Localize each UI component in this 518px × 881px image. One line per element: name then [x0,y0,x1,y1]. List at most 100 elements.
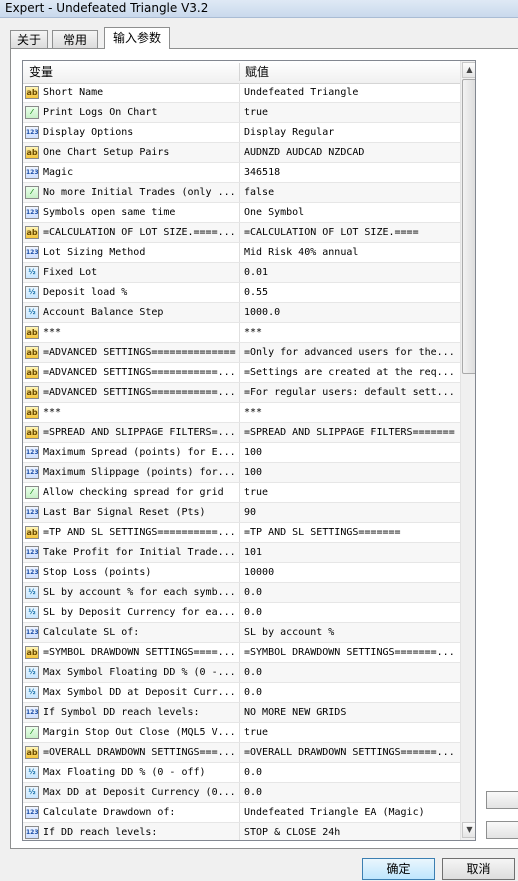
parameter-value[interactable]: 0.0 [244,763,458,782]
table-row[interactable]: ab *** *** [23,403,460,423]
table-row[interactable]: ½ Max Symbol DD at Deposit Curr... 0.0 [23,683,460,703]
table-row[interactable]: 123 Magic 346518 [23,163,460,183]
column-header-variable[interactable]: 变量 [29,61,53,83]
table-row[interactable]: ab =ADVANCED SETTINGS===========... =Setti… [23,363,460,383]
table-row[interactable]: ½ SL by account % for each symb... 0.0 [23,583,460,603]
table-row[interactable]: ab =SYMBOL DRAWDOWN SETTINGS====... =SYMBO… [23,643,460,663]
side-button-upper[interactable] [486,791,518,809]
side-button-lower[interactable] [486,821,518,839]
table-row[interactable]: ab =OVERALL DRAWDOWN SETTINGS===... =OVERA… [23,743,460,763]
table-row[interactable]: 123 Display Options Display Regular [23,123,460,143]
parameter-value[interactable]: true [244,483,458,502]
parameter-value[interactable]: =SYMBOL DRAWDOWN SETTINGS=======... [244,643,458,662]
table-row[interactable]: ⁄ No more Initial Trades (only ... false [23,183,460,203]
column-divider[interactable] [239,63,240,81]
parameter-value[interactable]: Undefeated Triangle [244,83,458,102]
parameter-value[interactable]: 0.0 [244,783,458,802]
parameter-value[interactable]: One Symbol [244,203,458,222]
table-row[interactable]: ⁄ Allow checking spread for grid true [23,483,460,503]
table-row[interactable]: ½ Account Balance Step 1000.0 [23,303,460,323]
table-row[interactable]: 123 If DD reach levels: STOP & CLOSE 24h [23,823,460,840]
table-row[interactable]: 123 Maximum Slippage (points) for... 100 [23,463,460,483]
table-row[interactable]: 123 Maximum Spread (points) for E... 100 [23,443,460,463]
parameter-value[interactable]: NO MORE NEW GRIDS [244,703,458,722]
parameter-value[interactable]: =TP AND SL SETTINGS======= [244,523,458,542]
tab-about[interactable]: 关于 [10,30,48,48]
table-row[interactable]: 123 Calculate Drawdown of: Undefeated Tria… [23,803,460,823]
parameter-value[interactable]: 100 [244,443,458,462]
parameter-value[interactable]: *** [244,403,458,422]
parameter-value[interactable]: =CALCULATION OF LOT SIZE.==== [244,223,458,242]
table-row[interactable]: 123 Take Profit for Initial Trade... 101 [23,543,460,563]
parameter-value[interactable]: 0.01 [244,263,458,282]
vertical-scrollbar[interactable]: ▲ ▼ [460,61,475,840]
ok-button[interactable]: 确定 [362,858,435,880]
table-row[interactable]: ½ Max DD at Deposit Currency (0... 0.0 [23,783,460,803]
parameter-value[interactable]: 0.0 [244,583,458,602]
parameter-value[interactable]: false [244,183,458,202]
table-row[interactable]: ⁄ Print Logs On Chart true [23,103,460,123]
parameter-value[interactable]: STOP & CLOSE 24h [244,823,458,840]
table-row[interactable]: 123 Stop Loss (points) 10000 [23,563,460,583]
table-row[interactable]: ab One Chart Setup Pairs AUDNZD AUDCAD NZD… [23,143,460,163]
tab-inputs[interactable]: 输入参数 [104,27,170,49]
table-row[interactable]: ab *** *** [23,323,460,343]
table-row[interactable]: 123 Calculate SL of: SL by account % [23,623,460,643]
table-row[interactable]: 123 If Symbol DD reach levels: NO MORE NEW… [23,703,460,723]
scrollbar-thumb[interactable] [462,79,475,374]
parameter-value[interactable]: =Only for advanced users for the... [244,343,458,362]
table-row[interactable]: ½ Max Symbol Floating DD % (0 -... 0.0 [23,663,460,683]
table-row[interactable]: ½ Max Floating DD % (0 - off) 0.0 [23,763,460,783]
cancel-button[interactable]: 取消 [442,858,515,880]
table-row[interactable]: 123 Symbols open same time One Symbol [23,203,460,223]
parameter-value[interactable]: =Settings are created at the req... [244,363,458,382]
parameter-value[interactable]: 0.0 [244,603,458,622]
table-row[interactable]: ab Short Name Undefeated Triangle [23,83,460,103]
parameter-value[interactable]: AUDNZD AUDCAD NZDCAD [244,143,458,162]
parameter-value[interactable]: 100 [244,463,458,482]
bool-icon: ⁄ [25,106,39,119]
table-row[interactable]: ab =TP AND SL SETTINGS==========... =TP AN… [23,523,460,543]
tab-common[interactable]: 常用 [52,30,98,48]
parameter-value[interactable]: 0.0 [244,663,458,682]
parameter-value[interactable]: SL by account % [244,623,458,642]
parameter-value[interactable]: *** [244,323,458,342]
parameter-value[interactable]: =For regular users: default sett... [244,383,458,402]
table-row[interactable]: 123 Lot Sizing Method Mid Risk 40% annual [23,243,460,263]
table-row[interactable]: ½ Fixed Lot 0.01 [23,263,460,283]
row-divider [239,483,240,502]
table-row[interactable]: 123 Last Bar Signal Reset (Pts) 90 [23,503,460,523]
inputs-grid: 变量 赋值 ab Short Name Undefeated Triangle ⁄ Pr… [22,60,476,841]
parameter-value[interactable]: 346518 [244,163,458,182]
parameter-value[interactable]: 90 [244,503,458,522]
parameter-value[interactable]: 10000 [244,563,458,582]
row-divider [239,263,240,282]
parameter-value[interactable]: 0.55 [244,283,458,302]
parameter-value[interactable]: 0.0 [244,683,458,702]
scroll-down-button[interactable]: ▼ [462,822,475,838]
parameter-value[interactable]: 101 [244,543,458,562]
parameter-value[interactable]: Display Regular [244,123,458,142]
parameter-value[interactable]: 1000.0 [244,303,458,322]
parameter-name: Margin Stop Out Close (MQL5 V... [43,727,236,738]
parameter-name: Max Symbol DD at Deposit Curr... [43,687,236,698]
table-row[interactable]: ½ Deposit load % 0.55 [23,283,460,303]
table-row[interactable]: ⁄ Margin Stop Out Close (MQL5 V... true [23,723,460,743]
parameter-value[interactable]: Mid Risk 40% annual [244,243,458,262]
table-row[interactable]: ab =ADVANCED SETTINGS===========... =For r… [23,383,460,403]
parameter-value[interactable]: =SPREAD AND SLIPPAGE FILTERS======= [244,423,458,442]
row-divider [239,163,240,182]
table-row[interactable]: ab =ADVANCED SETTINGS============== =Only … [23,343,460,363]
parameter-name: =ADVANCED SETTINGS============== [43,347,236,358]
parameter-value[interactable]: Undefeated Triangle EA (Magic) [244,803,458,822]
table-row[interactable]: ab =SPREAD AND SLIPPAGE FILTERS=... =SPREA… [23,423,460,443]
parameter-value[interactable]: true [244,103,458,122]
column-header-value[interactable]: 赋值 [245,61,269,83]
row-divider [239,123,240,142]
scroll-up-button[interactable]: ▲ [462,62,475,78]
double-icon: ½ [25,266,39,279]
table-row[interactable]: ½ SL by Deposit Currency for ea... 0.0 [23,603,460,623]
parameter-value[interactable]: =OVERALL DRAWDOWN SETTINGS======... [244,743,458,762]
table-row[interactable]: ab =CALCULATION OF LOT SIZE.====... =CALCU… [23,223,460,243]
parameter-value[interactable]: true [244,723,458,742]
